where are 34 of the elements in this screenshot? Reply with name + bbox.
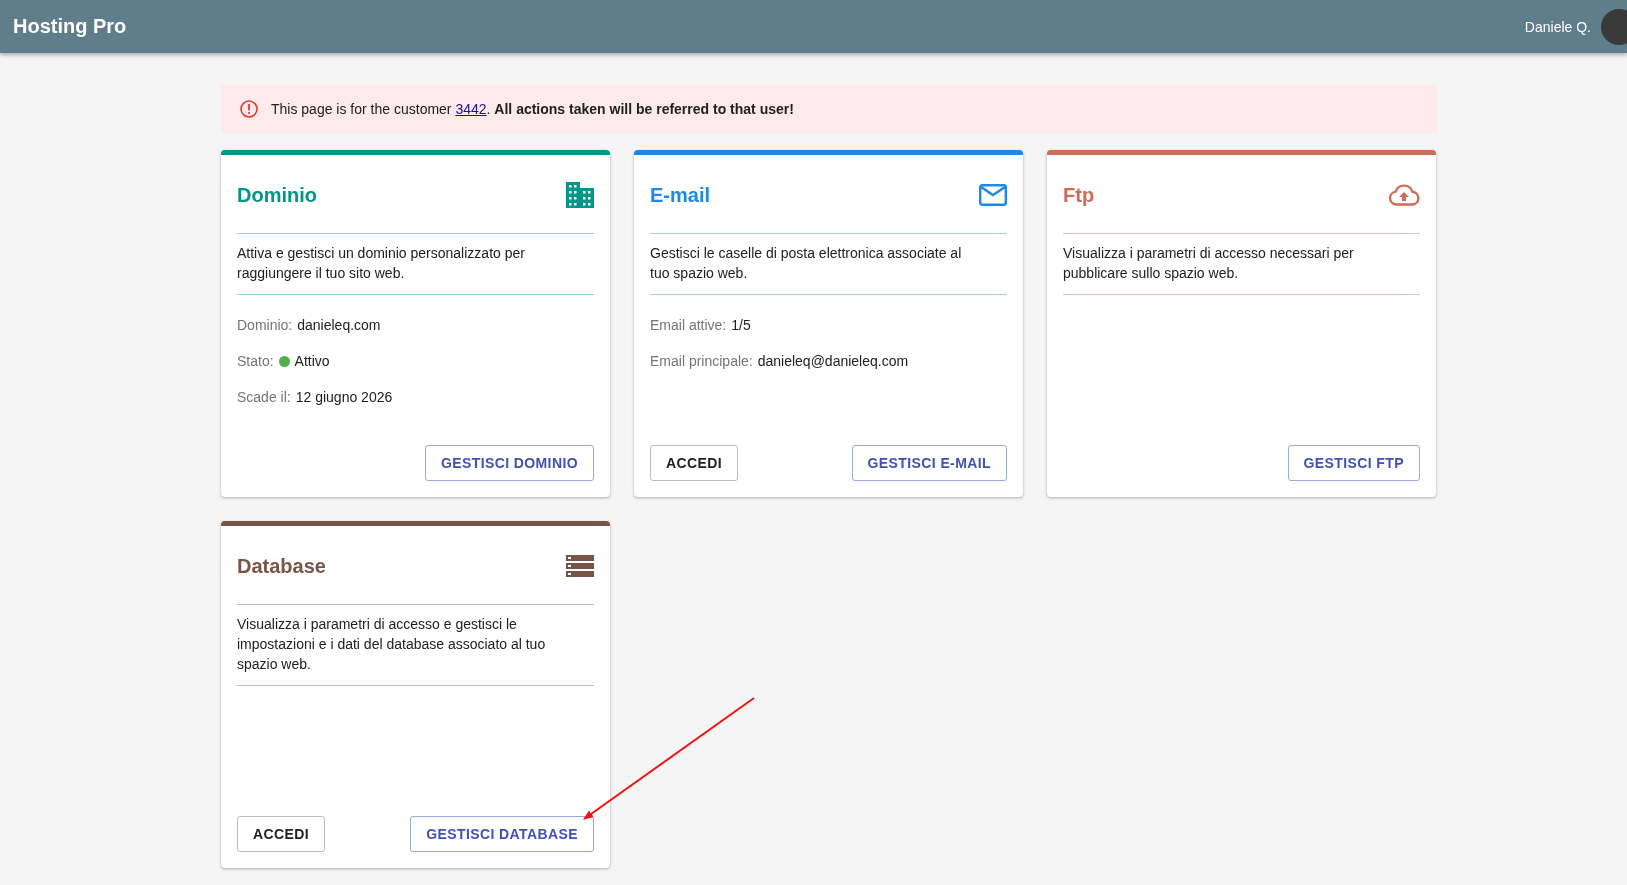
field-label: Email attive: <box>650 317 727 333</box>
card-description: Visualizza i parametri di accesso e gestisci le impostazioni e i dati del database associato al tuo spazio web. <box>237 605 594 686</box>
manage-button[interactable]: GESTISCI DATABASE <box>410 816 594 852</box>
card-title: Ftp <box>1063 183 1095 207</box>
field-value: danieleq.com <box>297 317 381 333</box>
access-button[interactable]: ACCEDI <box>237 816 326 852</box>
card-title: E-mail <box>650 183 711 207</box>
field-label: Dominio: <box>237 317 293 333</box>
access-button[interactable]: ACCEDI <box>650 445 739 481</box>
envelope-icon <box>979 184 1007 206</box>
user-avatar[interactable] <box>1601 8 1627 45</box>
building-icon <box>566 182 594 208</box>
card-title: Dominio <box>237 183 317 207</box>
server-icon <box>566 555 594 577</box>
card-description: Visualizza i parametri di accesso necessari per pubblicare sullo spazio web. <box>1063 234 1420 295</box>
alert-message: This page is for the customer 3442. All actions taken will be referred to that user! <box>271 101 794 117</box>
cloud-upload-icon <box>1388 184 1420 206</box>
field-label: Email principale: <box>650 353 753 369</box>
field-value: Attivo <box>294 353 330 369</box>
field-label: Scade il: <box>237 389 291 405</box>
field-value: 12 giugno 2026 <box>295 389 393 405</box>
field-value: danieleq@danieleq.com <box>757 353 909 369</box>
manage-button[interactable]: GESTISCI DOMINIO <box>424 445 594 481</box>
app-title: Hosting Pro <box>13 15 127 38</box>
card-description: Attiva e gestisci un dominio personalizzato per raggiungere il tuo sito web. <box>237 234 594 295</box>
field-label: Stato: <box>237 353 274 369</box>
card-title: Database <box>237 554 326 578</box>
customer-link[interactable]: 3442 <box>455 101 487 117</box>
card-description: Gestisci le caselle di posta elettronica associate al tuo spazio web. <box>650 234 1007 295</box>
error-icon <box>239 99 259 119</box>
manage-button[interactable]: GESTISCI FTP <box>1287 445 1420 481</box>
field-value: 1/5 <box>731 317 751 333</box>
manage-button[interactable]: GESTISCI E-MAIL <box>851 445 1007 481</box>
user-name[interactable]: Daniele Q. <box>1524 18 1591 35</box>
